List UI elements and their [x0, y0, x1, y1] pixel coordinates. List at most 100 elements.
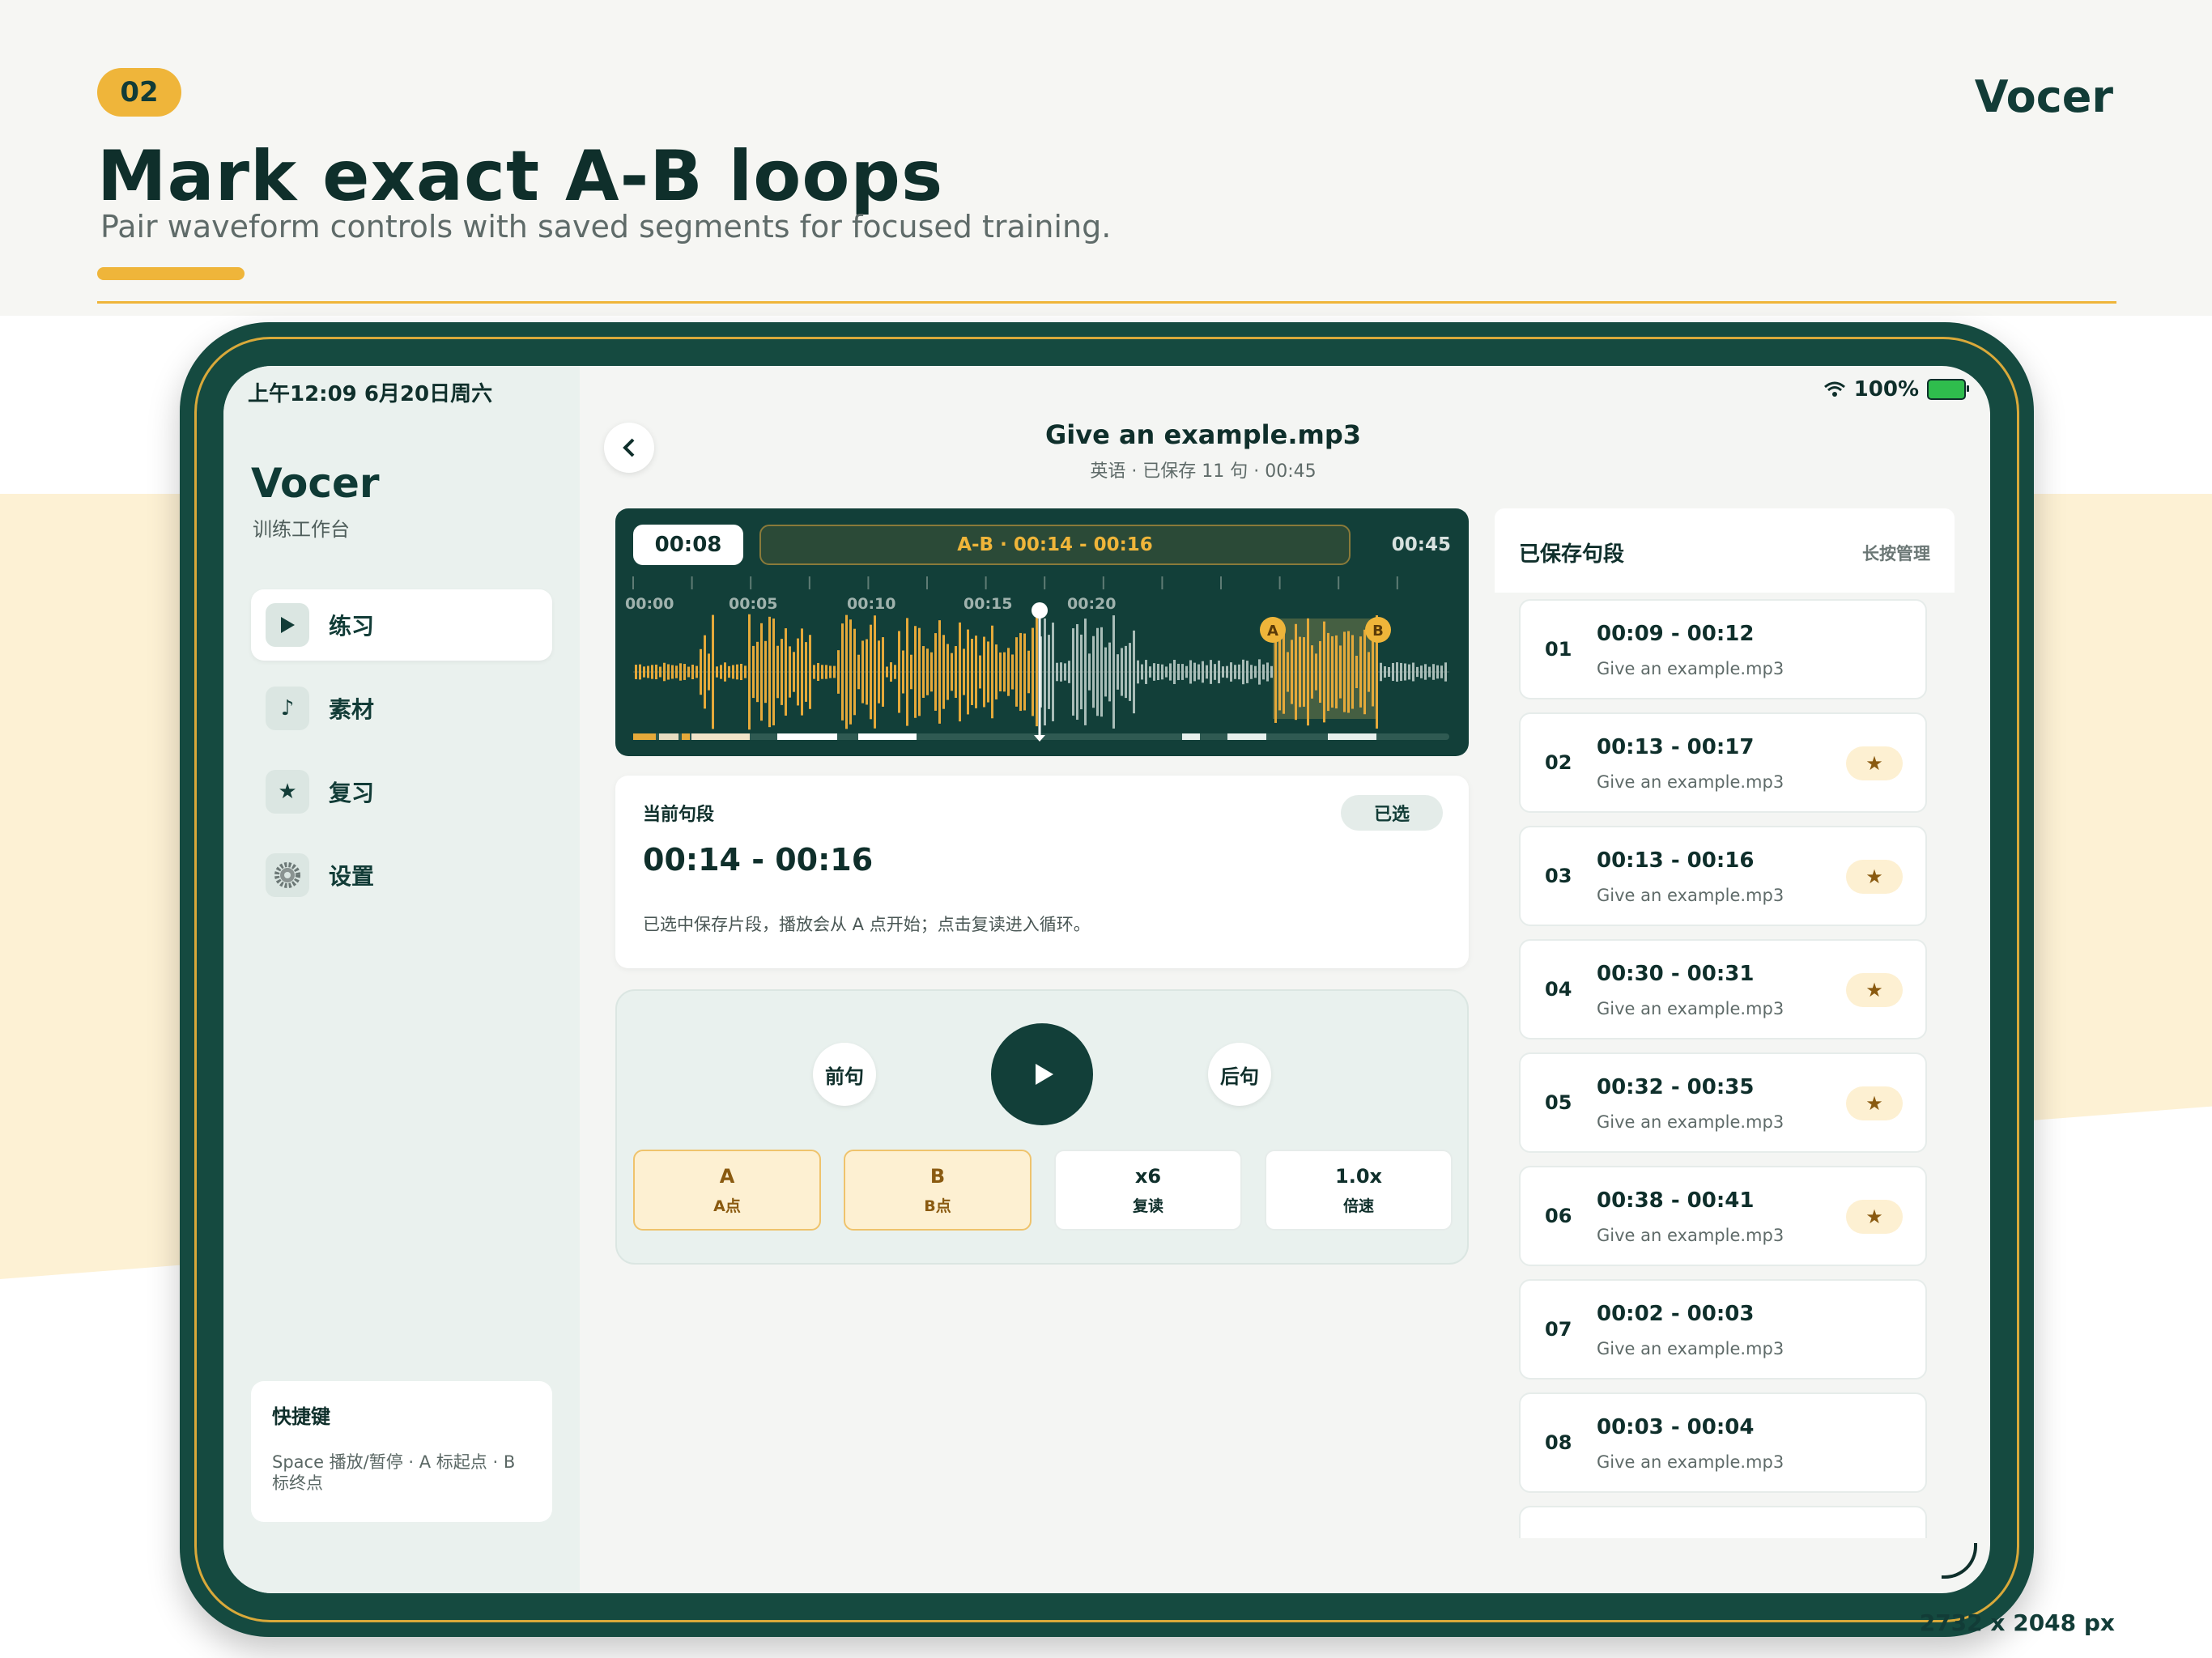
- screen-corner-indicator: [1942, 1543, 1977, 1579]
- waveform-bar: [797, 638, 799, 706]
- waveform-bar: [1141, 664, 1143, 680]
- waveform-bar: [1347, 631, 1350, 713]
- shortcut-title: 快捷键: [272, 1405, 330, 1428]
- waveform-bar: [825, 665, 827, 679]
- waveform-bar: [946, 644, 949, 700]
- saved-segment-item[interactable]: [1519, 1506, 1927, 1538]
- back-button[interactable]: [604, 423, 654, 473]
- waveform-bar: [1291, 640, 1293, 704]
- segment-progress-mark: [1227, 733, 1266, 740]
- manage-hint[interactable]: 长按管理: [1862, 541, 1930, 565]
- waveform-bar: [1262, 664, 1265, 680]
- waveform-bar: [975, 636, 977, 708]
- waveform-bar: [1011, 654, 1014, 690]
- waveform-bar: [1242, 659, 1244, 685]
- marker-a[interactable]: A: [1260, 617, 1286, 643]
- waveform-bar: [1112, 615, 1115, 729]
- marker-b[interactable]: B: [1365, 617, 1391, 643]
- waveform-bar: [1412, 662, 1414, 682]
- playback-controls: 前句 后句 A A点 B B点 x6 复读 1.0x 倍速: [615, 989, 1469, 1265]
- segment-time: 00:13 - 00:17: [1597, 735, 1755, 759]
- play-button[interactable]: [991, 1023, 1093, 1125]
- waveform-bar: [1436, 665, 1439, 679]
- sidebar-item-practice[interactable]: 练习: [251, 589, 552, 661]
- waveform-bar: [971, 639, 973, 705]
- segment-time: 00:09 - 00:12: [1597, 622, 1755, 646]
- waveform-bar: [890, 662, 892, 682]
- speed-button[interactable]: 1.0x 倍速: [1265, 1150, 1453, 1231]
- waveform-bar: [675, 665, 678, 678]
- waveform-bar: [1396, 662, 1398, 682]
- sidebar-item-label: 练习: [329, 613, 375, 640]
- saved-segment-item[interactable]: 01 00:09 - 00:12 Give an example.mp3: [1519, 599, 1927, 699]
- waveform-bar: [1283, 630, 1285, 714]
- waveform-bar: [1303, 637, 1305, 707]
- waveform-bar: [748, 614, 751, 730]
- sidebar-item-settings[interactable]: 设置: [251, 840, 552, 911]
- saved-segment-item[interactable]: 05 00:32 - 00:35 Give an example.mp3 ★: [1519, 1052, 1927, 1153]
- saved-segment-item[interactable]: 02 00:13 - 00:17 Give an example.mp3 ★: [1519, 712, 1927, 813]
- saved-segment-item[interactable]: 04 00:30 - 00:31 Give an example.mp3 ★: [1519, 939, 1927, 1039]
- waveform-bar: [720, 665, 722, 679]
- waveform-panel[interactable]: 00:00 00:05 00:10 00:15 00:20 A B 00:08 …: [615, 508, 1469, 756]
- saved-segments-list[interactable]: 01 00:09 - 00:12 Give an example.mp3 02 00:1…: [1519, 599, 1927, 1538]
- selected-chip[interactable]: 已选: [1341, 795, 1443, 831]
- star-icon[interactable]: ★: [1846, 1086, 1903, 1120]
- waveform-bar: [700, 648, 702, 695]
- waveform-bar: [1100, 627, 1103, 717]
- waveform-bar: [1165, 666, 1168, 678]
- next-sentence-button[interactable]: 后句: [1208, 1043, 1271, 1106]
- waveform-bar: [1032, 627, 1034, 716]
- star-icon[interactable]: ★: [1846, 746, 1903, 780]
- saved-segment-item[interactable]: 03 00:13 - 00:16 Give an example.mp3 ★: [1519, 826, 1927, 926]
- star-icon[interactable]: ★: [1846, 1200, 1903, 1234]
- waveform-bar: [1218, 660, 1220, 684]
- waveform-bar: [906, 618, 908, 726]
- waveform-bar: [683, 664, 686, 680]
- set-b-button[interactable]: B B点: [844, 1150, 1032, 1231]
- waveform-bar: [785, 628, 787, 716]
- waveform-bar: [1177, 663, 1180, 681]
- total-time: 00:45: [1391, 534, 1451, 555]
- waveform-bar: [1351, 635, 1354, 709]
- waveform-bar: [1307, 618, 1309, 726]
- waveform-bar: [1133, 630, 1135, 714]
- waveform-bar: [1092, 636, 1095, 708]
- sidebar-item-materials[interactable]: ♪ 素材: [251, 673, 552, 744]
- waveform-bar: [1125, 645, 1127, 699]
- waveform-bar: [882, 637, 884, 707]
- saved-segment-item[interactable]: 06 00:38 - 00:41 Give an example.mp3 ★: [1519, 1166, 1927, 1266]
- waveform-bar: [732, 665, 734, 679]
- slide-footnote: 2732 x 2048 px: [1919, 1609, 2115, 1636]
- file-title: Give an example.mp3: [1045, 419, 1361, 450]
- waveform-bar: [1048, 635, 1050, 709]
- music-note-icon: ♪: [266, 687, 309, 730]
- playhead-handle[interactable]: [1032, 602, 1048, 619]
- waveform-bar: [1060, 662, 1062, 682]
- waveform-bar: [1202, 661, 1204, 683]
- waveform-bar: [1027, 650, 1030, 694]
- segment-number: 06: [1545, 1205, 1572, 1227]
- repeat-count-button[interactable]: x6 复读: [1054, 1150, 1242, 1231]
- saved-segment-item[interactable]: 08 00:03 - 00:04 Give an example.mp3: [1519, 1392, 1927, 1493]
- set-a-button[interactable]: A A点: [633, 1150, 821, 1231]
- saved-segment-item[interactable]: 07 00:02 - 00:03 Give an example.mp3: [1519, 1279, 1927, 1380]
- tick-label: 00:10: [847, 595, 895, 613]
- waveform-bar: [1230, 662, 1232, 682]
- saved-segments-panel: 已保存句段 长按管理 01 00:09 - 00:12 Give an exampl…: [1495, 508, 1955, 1593]
- segment-progress-mark: [1328, 733, 1376, 740]
- ab-range-pill[interactable]: A-B · 00:14 - 00:16: [759, 525, 1351, 565]
- sidebar-subtitle: 训练工作台: [253, 518, 350, 541]
- prev-sentence-button[interactable]: 前句: [813, 1043, 876, 1106]
- waveform-bar: [1440, 665, 1443, 678]
- waveform-bar: [963, 648, 965, 695]
- tablet-frame: Vocer 训练工作台 练习 ♪ 素材 ★ 复习 设置 快捷键 Space 播放…: [180, 322, 2034, 1637]
- waveform-bar: [1161, 664, 1163, 680]
- waveform-bar: [1428, 666, 1431, 678]
- button-sub-label: B点: [924, 1197, 951, 1215]
- sidebar-item-review[interactable]: ★ 复习: [251, 756, 552, 827]
- waveform-bar: [817, 662, 819, 682]
- star-icon[interactable]: ★: [1846, 973, 1903, 1007]
- star-icon[interactable]: ★: [1846, 860, 1903, 894]
- waveform-bar: [1197, 664, 1200, 680]
